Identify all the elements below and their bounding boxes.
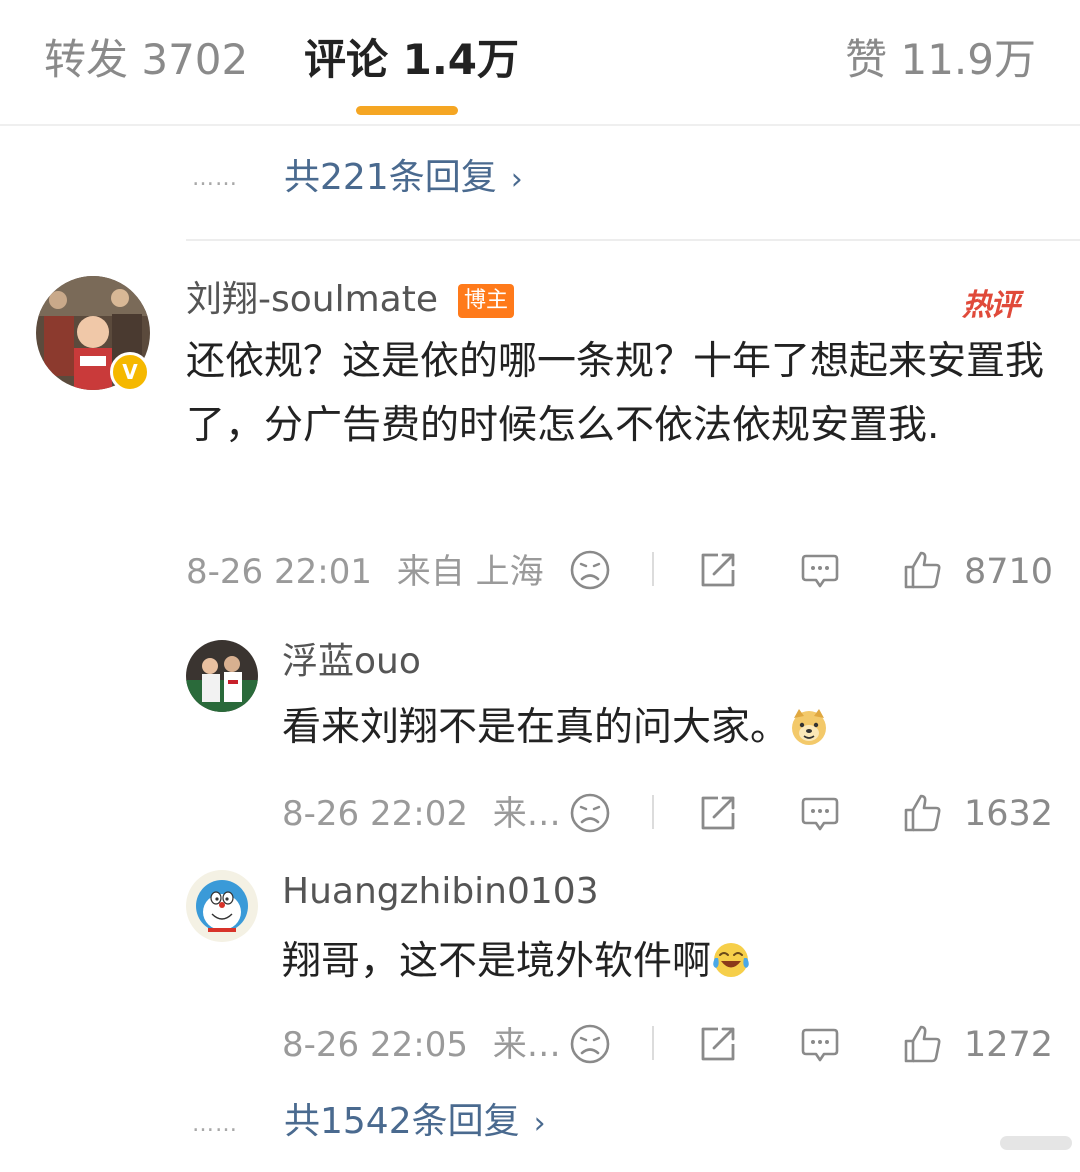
like-count: 1632 (964, 794, 1054, 834)
reply-time: 8-26 22:02 (282, 794, 468, 834)
reply-meta: 8-26 22:02 来… (282, 792, 561, 836)
thumbs-up-icon[interactable] (902, 550, 942, 590)
thumbs-up-icon[interactable] (902, 793, 942, 833)
sad-face-icon[interactable] (570, 793, 610, 833)
tab-likes[interactable]: 赞 11.9万 (845, 34, 1036, 86)
reply-location: 来… (492, 794, 561, 834)
comment-location: 来自 上海 (396, 552, 544, 592)
share-icon[interactable] (698, 550, 738, 590)
sad-face-icon[interactable] (570, 1024, 610, 1064)
like-count: 8710 (964, 552, 1054, 592)
reply-username[interactable]: 浮蓝ouo (282, 640, 421, 684)
reply-text: 翔哥，这不是境外软件啊 (282, 930, 1042, 994)
reply-location: 来… (492, 1025, 561, 1065)
tab-comments[interactable]: 评论 1.4万 (304, 34, 519, 86)
view-replies-link[interactable]: 共1542条回复 › (284, 1100, 546, 1146)
action-separator (652, 552, 654, 586)
view-replies-link[interactable]: 共221条回复 › (284, 156, 523, 202)
avatar-image (186, 640, 258, 712)
comment-icon[interactable] (800, 550, 840, 590)
owner-badge: 博主 (458, 284, 515, 318)
verified-icon: V (110, 352, 150, 392)
reply-text: 看来刘翔不是在真的问大家。 (282, 696, 1042, 760)
comment-username[interactable]: 刘翔-soulmate (186, 278, 438, 322)
doge-emoji (792, 709, 827, 745)
avatar[interactable] (186, 640, 258, 712)
comment-icon[interactable] (800, 793, 840, 833)
comment-icon[interactable] (800, 1024, 840, 1064)
thread-dots: …… (192, 166, 238, 191)
reply-time: 8-26 22:05 (282, 1025, 468, 1065)
hot-comment-badge: 热评 (962, 288, 1020, 323)
comment-meta: 8-26 22:01 来自 上海 (186, 550, 544, 594)
chevron-right-icon: › (533, 1106, 546, 1141)
action-separator (652, 1026, 654, 1060)
reply-meta: 8-26 22:05 来… (282, 1023, 561, 1067)
like-count: 1272 (964, 1025, 1054, 1065)
reply-username[interactable]: Huangzhibin0103 (282, 870, 599, 914)
action-separator (652, 795, 654, 829)
comment-text: 还依规？这是依的哪一条规？十年了想起来安置我了，分广告费的时候怎么不依法依规安置… (186, 339, 1045, 448)
thread-dots: …… (192, 1112, 238, 1137)
chevron-right-icon: › (510, 162, 523, 197)
avatar-image (186, 870, 258, 942)
avatar[interactable] (186, 870, 258, 942)
reply-text-body: 看来刘翔不是在真的问大家。 (282, 705, 790, 750)
active-tab-indicator (356, 106, 458, 115)
share-icon[interactable] (698, 1024, 738, 1064)
reply-text-body: 翔哥，这不是境外软件啊 (282, 939, 712, 984)
tab-repost[interactable]: 转发 3702 (44, 34, 248, 86)
view-replies-label: 共221条回复 (284, 157, 497, 198)
share-icon[interactable] (698, 793, 738, 833)
scroll-indicator[interactable] (1000, 1136, 1072, 1150)
tab-bar: 转发 3702 评论 1.4万 赞 11.9万 (0, 0, 1080, 126)
thumbs-up-icon[interactable] (902, 1024, 942, 1064)
sad-face-icon[interactable] (570, 550, 610, 590)
divider (186, 239, 1080, 241)
comment-time: 8-26 22:01 (186, 552, 372, 592)
laughing-crying-emoji (713, 943, 749, 977)
view-replies-label: 共1542条回复 (284, 1101, 520, 1142)
